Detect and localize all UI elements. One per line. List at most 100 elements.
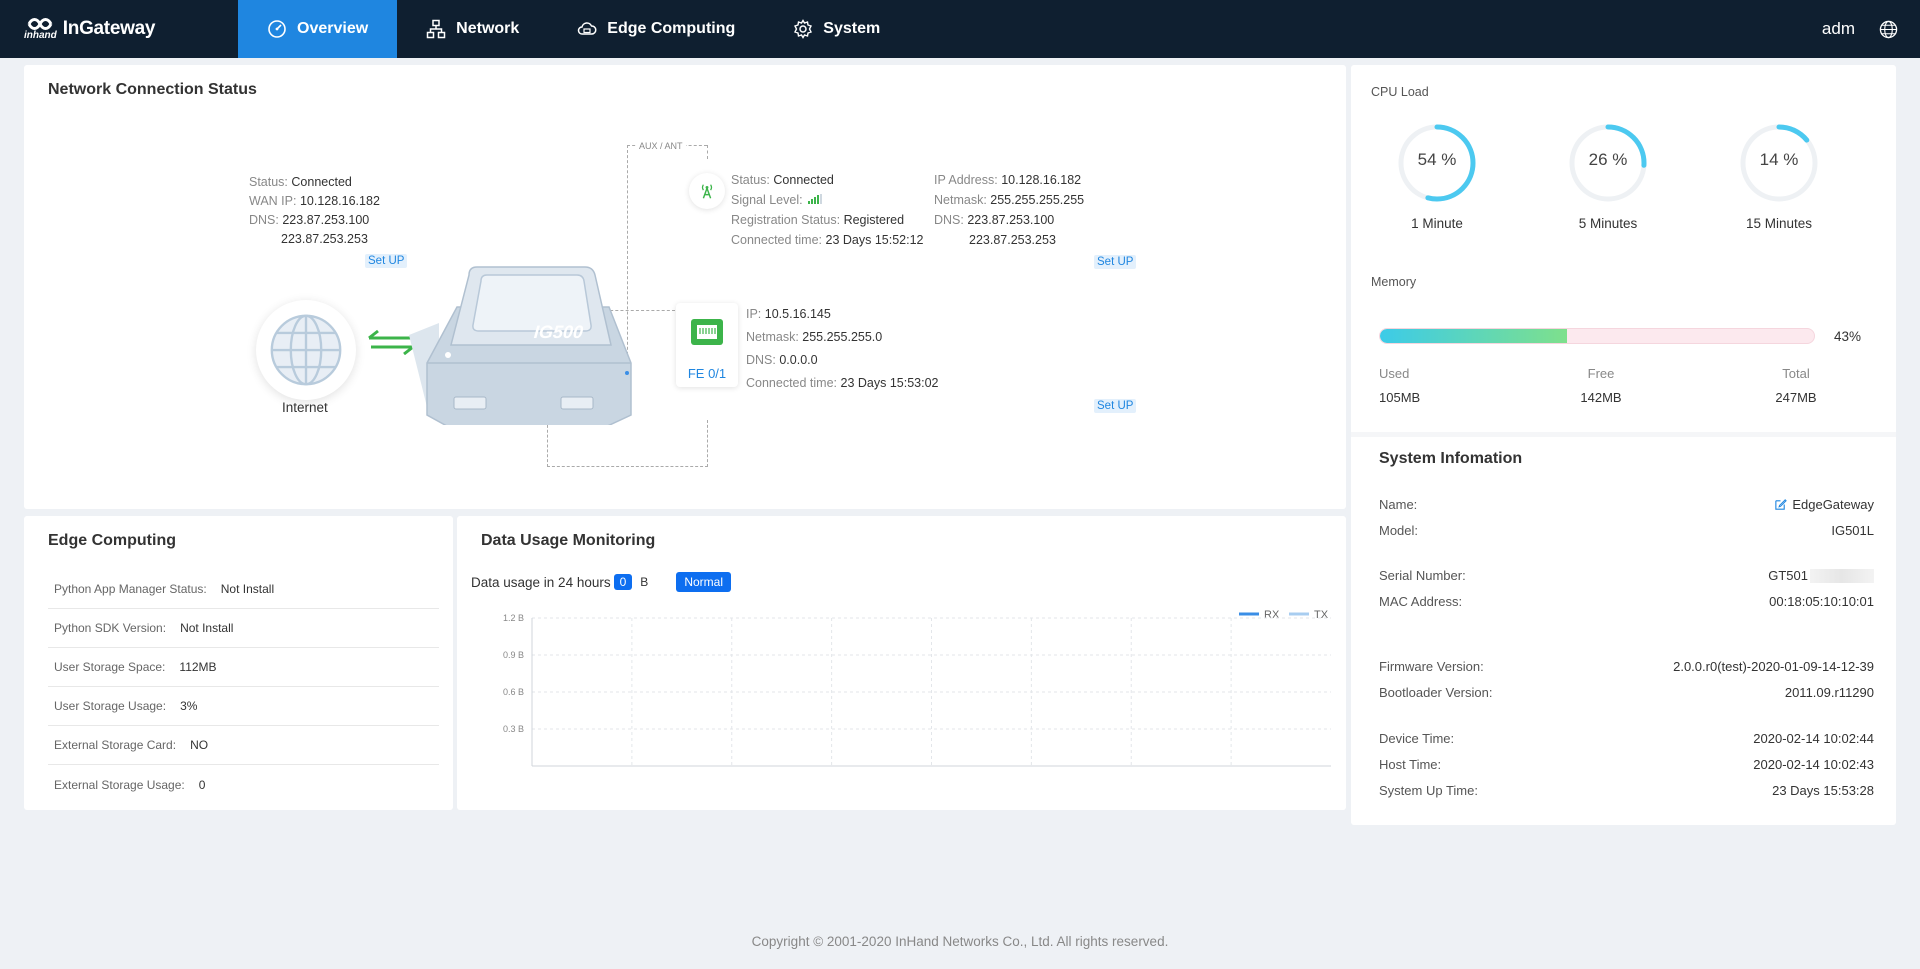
- wan-ip: WAN IP: 10.128.16.182: [249, 194, 380, 208]
- sys-uptime-row: System Up Time: 23 Days 15:53:28: [1379, 783, 1874, 798]
- legend-label-rx: RX: [1264, 609, 1280, 621]
- edge-row-external-card: External Storage Card: NO: [48, 726, 439, 765]
- lan-ip: IP: 10.5.16.145: [746, 307, 831, 321]
- y-tick-label: 1.2 B: [503, 613, 524, 623]
- network-icon: [426, 19, 446, 39]
- sys-serial-row: Serial Number: GT501: [1379, 568, 1874, 583]
- gauge-value: 14 %: [1759, 150, 1799, 169]
- network-status-title: Network Connection Status: [48, 81, 257, 98]
- data-usage-chart: RX TX 1.2 B 0.9 B 0.6 B 0.3 B: [503, 609, 1331, 767]
- wan-dns-secondary: 223.87.253.253: [281, 232, 368, 246]
- gauge-value: 26 %: [1588, 150, 1628, 169]
- sys-bootloader-row: Bootloader Version: 2011.09.r11290: [1379, 685, 1874, 700]
- memory-used: Used 105MB: [1379, 366, 1421, 405]
- nav-network[interactable]: Network: [397, 0, 548, 58]
- gear-icon: [793, 19, 813, 39]
- edge-computing-card: Edge Computing Python App Manager Status…: [24, 516, 453, 810]
- lan-port-label: FE 0/1: [687, 366, 727, 381]
- cellular-registration: Registration Status: Registered: [731, 213, 905, 227]
- top-right-area: adm: [1822, 0, 1920, 58]
- cellular-status: Status: Connected: [731, 173, 834, 187]
- aux-dashed-connector-end: [707, 145, 708, 159]
- user-menu[interactable]: adm: [1822, 19, 1855, 39]
- sys-device-time-row: Device Time: 2020-02-14 10:02:44: [1379, 731, 1874, 746]
- serial-redaction: [1810, 568, 1874, 583]
- nav-system[interactable]: System: [764, 0, 909, 58]
- system-info-title: System Infomation: [1379, 450, 1523, 467]
- signal-bars-icon: [808, 194, 823, 204]
- data-usage-unit: B: [640, 575, 649, 589]
- y-tick-label: 0.9 B: [503, 650, 524, 660]
- edge-row-sdk-version: Python SDK Version: Not Install: [48, 609, 439, 648]
- cellular-ip: IP Address: 10.128.16.182: [934, 173, 1082, 187]
- internet-label: Internet: [282, 400, 328, 415]
- edge-row-storage-space: User Storage Space: 112MB: [48, 648, 439, 687]
- main-nav: Overview Network Edge Computing System: [238, 0, 909, 58]
- network-status-card: Network Connection Status AUX / ANT Stat…: [24, 65, 1346, 509]
- sys-host-time-row: Host Time: 2020-02-14 10:02:43: [1379, 757, 1874, 772]
- nav-overview[interactable]: Overview: [238, 0, 398, 58]
- edge-row-app-manager: Python App Manager Status: Not Install: [48, 570, 439, 609]
- cellular-setup-button[interactable]: Set UP: [1094, 255, 1137, 269]
- edit-icon[interactable]: [1774, 498, 1788, 511]
- edge-row-external-usage: External Storage Usage: 0: [54, 777, 206, 792]
- lan-dns: DNS: 0.0.0.0: [746, 353, 818, 367]
- copyright-footer: Copyright © 2001-2020 InHand Networks Co…: [751, 934, 1169, 949]
- gauge-value: 54 %: [1417, 150, 1457, 169]
- brand-logo[interactable]: inhand InGateway: [0, 0, 238, 58]
- cpu-load-title: CPU Load: [1371, 85, 1429, 99]
- top-nav-bar: inhand InGateway Overview Network Edge C…: [0, 0, 1920, 58]
- memory-percent: 43%: [1834, 329, 1862, 344]
- cloud-icon: [577, 19, 597, 39]
- cellular-antenna-icon: [689, 173, 725, 209]
- sys-serial-value: GT501: [1768, 568, 1808, 583]
- data-usage-summary: Data usage in 24 hours 0 B Normal: [471, 572, 731, 592]
- gauge-5-minutes: 26 % 5 Minutes: [1558, 120, 1658, 231]
- cellular-dns: DNS: 223.87.253.100: [934, 213, 1055, 227]
- globe-icon: [270, 314, 342, 386]
- nav-edge-computing[interactable]: Edge Computing: [548, 0, 764, 58]
- lan-port-box[interactable]: FE 0/1: [676, 303, 738, 387]
- sys-mac-row: MAC Address: 00:18:05:10:10:01: [1379, 594, 1874, 609]
- nav-network-label: Network: [456, 20, 520, 37]
- cellular-dns-secondary: 223.87.253.253: [969, 233, 1056, 247]
- legend-label-tx: TX: [1314, 609, 1329, 621]
- system-status-card: CPU Load 54 % 1 Minute 26 % 5 Minutes 14 % 15…: [1351, 65, 1896, 825]
- nav-edge-computing-label: Edge Computing: [607, 20, 736, 37]
- data-usage-title: Data Usage Monitoring: [481, 532, 656, 549]
- sys-model-row: Model: IG501L: [1379, 523, 1874, 538]
- cellular-signal-level: Signal Level:: [731, 193, 823, 207]
- logo-mark-text: inhand: [24, 30, 57, 41]
- sys-name-row: Name: EdgeGateway: [1379, 497, 1874, 512]
- memory-total: Total 247MB: [1775, 366, 1817, 405]
- wan-dns: DNS: 223.87.253.100: [249, 213, 370, 227]
- ethernet-port-icon: [691, 319, 723, 345]
- section-divider: [1351, 432, 1896, 437]
- dashboard-icon: [267, 19, 287, 39]
- cellular-connected-time: Connected time: 23 Days 15:52:12: [731, 233, 924, 247]
- lan-netmask: Netmask: 255.255.255.0: [746, 330, 883, 344]
- sys-firmware-row: Firmware Version: 2.0.0.r0(test)-2020-01-…: [1379, 659, 1874, 674]
- cellular-netmask: Netmask: 255.255.255.255: [934, 193, 1085, 207]
- data-usage-label: Data usage in 24 hours: [471, 574, 611, 590]
- lan-connected-time: Connected time: 23 Days 15:53:02: [746, 376, 939, 390]
- lan-dashed-connector: [547, 420, 708, 467]
- gauge-label: 5 Minutes: [1578, 216, 1638, 231]
- y-tick-label: 0.6 B: [503, 687, 524, 697]
- brand-name: InGateway: [62, 18, 156, 39]
- inhand-logo-icon: inhand: [24, 17, 57, 41]
- memory-free: Free 142MB: [1580, 366, 1622, 405]
- gauge-1-minute: 54 % 1 Minute: [1387, 120, 1487, 231]
- language-globe-icon[interactable]: [1879, 20, 1898, 39]
- wan-status: Status: Connected: [249, 175, 352, 189]
- sys-name-value: EdgeGateway: [1792, 497, 1874, 512]
- internet-node: [256, 300, 356, 400]
- aux-ant-label: AUX / ANT: [636, 141, 686, 151]
- lan-setup-button[interactable]: Set UP: [1094, 399, 1137, 413]
- gateway-device-image: [409, 266, 632, 425]
- nav-system-label: System: [823, 20, 881, 37]
- memory-title: Memory: [1371, 275, 1417, 289]
- data-usage-value: 0: [613, 574, 633, 590]
- nav-overview-label: Overview: [297, 20, 369, 37]
- edge-computing-title: Edge Computing: [48, 532, 176, 549]
